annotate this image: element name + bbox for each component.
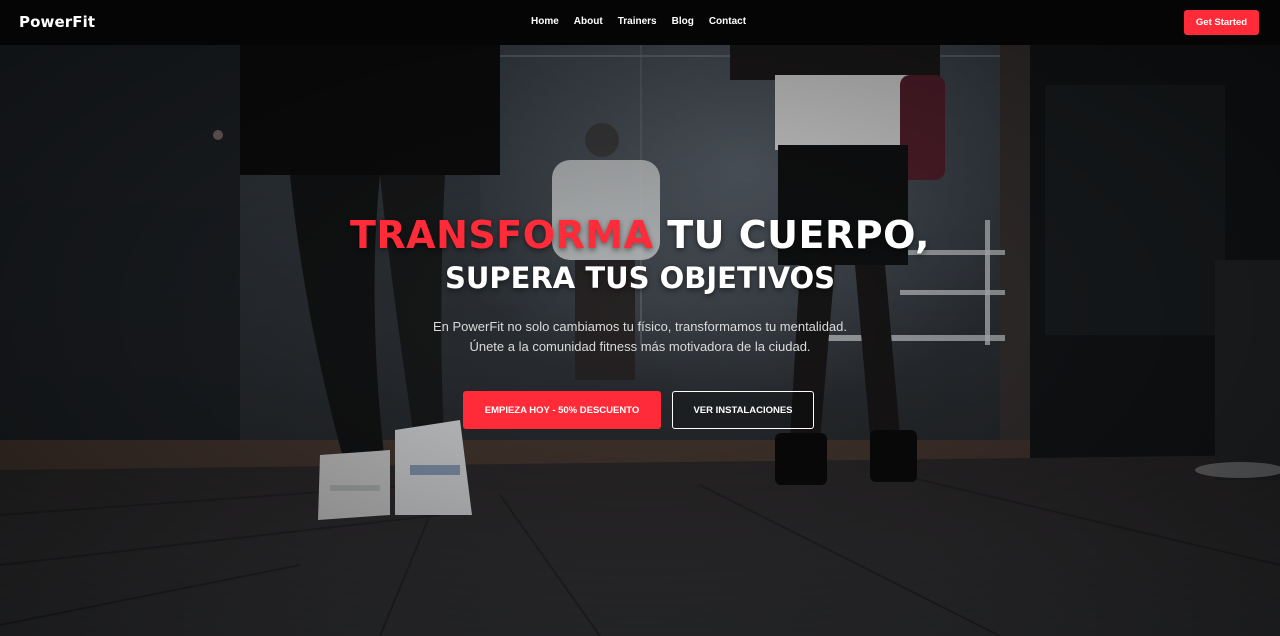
hero-title-line2: SUPERA TUS OBJETIVOS [444,261,836,295]
start-today-button[interactable]: EMPIEZA HOY - 50% DESCUENTO [463,391,661,429]
hero-title-rest: TU CUERPO, [653,213,930,257]
hero-subtitle-line2: Únete a la comunidad fitness más motivad… [469,339,811,354]
get-started-button[interactable]: Get Started [1184,10,1259,35]
nav-link-blog[interactable]: Blog [672,16,694,27]
hero-title: TRANSFORMA TU CUERPO, [0,213,1280,257]
hero-section: TRANSFORMA TU CUERPO, SUPERA TUS OBJETIV… [0,45,1280,636]
view-facilities-button[interactable]: VER INSTALACIONES [672,391,814,429]
nav-link-home[interactable]: Home [531,16,559,27]
nav-link-trainers[interactable]: Trainers [618,16,657,27]
navbar: PowerFit Home About Trainers Blog Contac… [0,0,1280,45]
hero-subtitle: En PowerFit no solo cambiamos tu físico,… [0,317,1280,357]
nav-links: Home About Trainers Blog Contact [531,16,761,27]
hero-subtitle-line1: En PowerFit no solo cambiamos tu físico,… [432,319,847,334]
hero-title-accent: TRANSFORMA [350,213,654,257]
brand-logo[interactable]: PowerFit [19,13,95,31]
nav-link-about[interactable]: About [574,16,603,27]
hero-content: TRANSFORMA TU CUERPO, SUPERA TUS OBJETIV… [0,45,1280,636]
nav-link-contact[interactable]: Contact [709,16,746,27]
